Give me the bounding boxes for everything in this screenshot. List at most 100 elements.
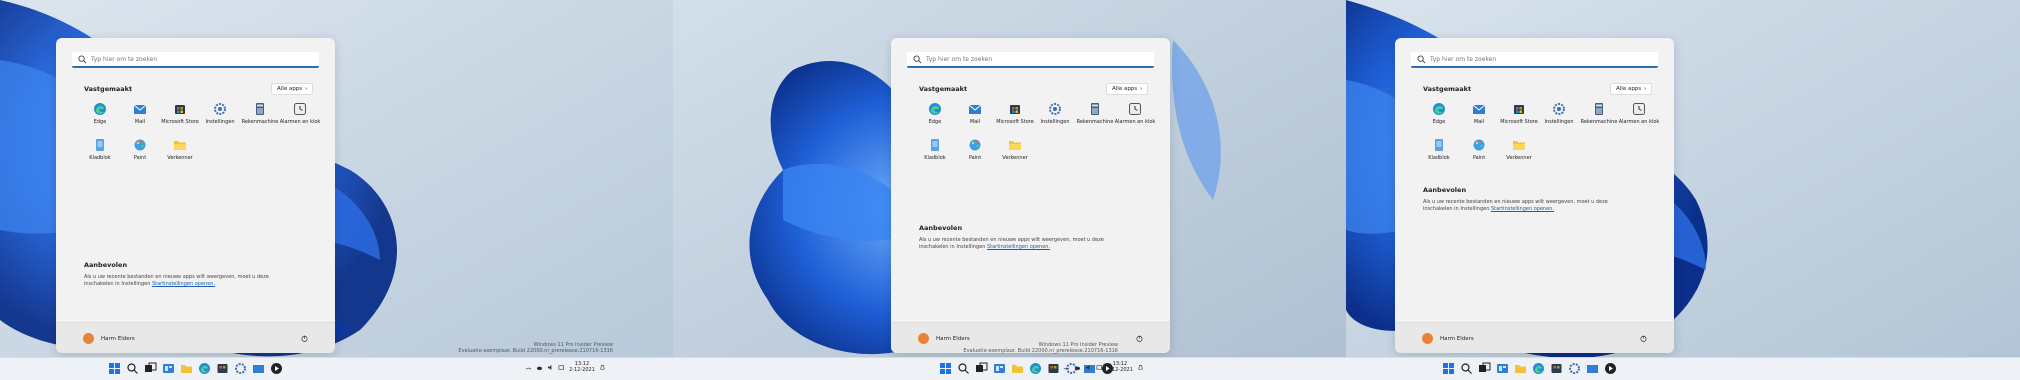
app-mail[interactable]: Mail bbox=[1459, 102, 1499, 132]
store-icon[interactable] bbox=[1047, 362, 1060, 375]
edge-icon[interactable] bbox=[1532, 362, 1545, 375]
paint-icon bbox=[1473, 139, 1485, 151]
widgets-icon[interactable] bbox=[162, 362, 175, 375]
volume-icon[interactable] bbox=[547, 364, 554, 371]
app-alarms[interactable]: Alarmen en klok bbox=[1115, 102, 1155, 132]
app-label: Verkenner bbox=[167, 155, 193, 161]
app-calculator[interactable]: Rekenmachine bbox=[240, 102, 280, 132]
widgets-icon[interactable] bbox=[1496, 362, 1509, 375]
search-box[interactable] bbox=[1411, 52, 1658, 68]
network-icon[interactable] bbox=[1063, 364, 1070, 371]
taskview-icon[interactable] bbox=[144, 362, 157, 375]
explorer-icon bbox=[174, 141, 186, 150]
store-icon[interactable] bbox=[216, 362, 229, 375]
edge-icon[interactable] bbox=[198, 362, 211, 375]
clock[interactable]: 13:12 2-12-2021 bbox=[569, 361, 595, 373]
user-name[interactable]: Harm Elders bbox=[1440, 336, 1474, 342]
all-apps-button[interactable]: Alle apps › bbox=[1106, 83, 1149, 95]
app-paint[interactable]: Paint bbox=[120, 138, 160, 168]
start-settings-link[interactable]: Startinstellingen openen. bbox=[1491, 206, 1554, 212]
recommended-title: Aanbevolen bbox=[919, 224, 963, 232]
user-name[interactable]: Harm Elders bbox=[101, 336, 135, 342]
windows-icon[interactable] bbox=[1442, 362, 1455, 375]
power-icon[interactable] bbox=[301, 335, 308, 342]
start-settings-link[interactable]: Startinstellingen openen. bbox=[987, 244, 1050, 250]
search-icon[interactable] bbox=[1460, 362, 1473, 375]
app-settings[interactable]: Instellingen bbox=[200, 102, 240, 132]
app-explorer[interactable]: Verkenner bbox=[995, 138, 1035, 168]
app-calculator[interactable]: Rekenmachine bbox=[1579, 102, 1619, 132]
search-box[interactable] bbox=[72, 52, 319, 68]
notification-icon[interactable] bbox=[1137, 364, 1144, 371]
all-apps-button[interactable]: Alle apps › bbox=[271, 83, 314, 95]
settings-icon[interactable] bbox=[1568, 362, 1581, 375]
recommended-link-prefix: Instellingen bbox=[1460, 206, 1490, 212]
search-input[interactable] bbox=[91, 55, 311, 63]
windows-icon[interactable] bbox=[108, 362, 121, 375]
search-input[interactable] bbox=[1430, 55, 1650, 63]
app-notepad[interactable]: Kladblok bbox=[915, 138, 955, 168]
search-icon[interactable] bbox=[957, 362, 970, 375]
avatar[interactable] bbox=[83, 333, 94, 344]
pinned-title: Vastgemaakt bbox=[84, 85, 133, 93]
avatar[interactable] bbox=[918, 333, 929, 344]
taskview-icon[interactable] bbox=[975, 362, 988, 375]
app-explorer[interactable]: Verkenner bbox=[1499, 138, 1539, 168]
cloud-icon[interactable] bbox=[536, 364, 543, 371]
app-alarms[interactable]: Alarmen en klok bbox=[1619, 102, 1659, 132]
volume-icon[interactable] bbox=[1085, 364, 1092, 371]
explorer-icon[interactable] bbox=[1011, 362, 1024, 375]
app-mail[interactable]: Mail bbox=[120, 102, 160, 132]
app-paint[interactable]: Paint bbox=[1459, 138, 1499, 168]
app-store[interactable]: Microsoft Store bbox=[995, 102, 1035, 132]
media-icon[interactable] bbox=[1604, 362, 1617, 375]
app-alarms[interactable]: Alarmen en klok bbox=[280, 102, 320, 132]
app-store[interactable]: Microsoft Store bbox=[1499, 102, 1539, 132]
app-explorer[interactable]: Verkenner bbox=[160, 138, 200, 168]
clock[interactable]: 13:12 2-12-2021 bbox=[1107, 361, 1133, 373]
store-icon[interactable] bbox=[1550, 362, 1563, 375]
app-notepad[interactable]: Kladblok bbox=[80, 138, 120, 168]
app-edge[interactable]: Edge bbox=[1419, 102, 1459, 132]
app-label: Instellingen bbox=[205, 119, 235, 125]
recommended-title: Aanbevolen bbox=[84, 261, 128, 269]
media-icon[interactable] bbox=[270, 362, 283, 375]
app-edge[interactable]: Edge bbox=[915, 102, 955, 132]
mail-icon[interactable] bbox=[252, 362, 265, 375]
taskbar-icons bbox=[108, 362, 283, 375]
app-notepad[interactable]: Kladblok bbox=[1419, 138, 1459, 168]
network-icon[interactable] bbox=[525, 364, 532, 371]
widgets-icon[interactable] bbox=[993, 362, 1006, 375]
app-calculator[interactable]: Rekenmachine bbox=[1075, 102, 1115, 132]
explorer-icon[interactable] bbox=[180, 362, 193, 375]
start-settings-link[interactable]: Startinstellingen openen. bbox=[152, 281, 215, 287]
app-paint[interactable]: Paint bbox=[955, 138, 995, 168]
app-label: Alarmen en klok bbox=[1618, 119, 1660, 125]
power-icon[interactable] bbox=[1640, 335, 1647, 342]
power-icon[interactable] bbox=[1136, 335, 1143, 342]
edge-icon bbox=[1433, 103, 1445, 115]
app-edge[interactable]: Edge bbox=[80, 102, 120, 132]
search-box[interactable] bbox=[907, 52, 1154, 68]
watermark: Windows 11 Pro Insider Preview Evaluatie… bbox=[458, 342, 613, 354]
app-settings[interactable]: Instellingen bbox=[1035, 102, 1075, 132]
app-mail[interactable]: Mail bbox=[955, 102, 995, 132]
all-apps-button[interactable]: Alle apps › bbox=[1610, 83, 1653, 95]
search-input[interactable] bbox=[926, 55, 1146, 63]
taskview-icon[interactable] bbox=[1478, 362, 1491, 375]
explorer-icon[interactable] bbox=[1514, 362, 1527, 375]
app-settings[interactable]: Instellingen bbox=[1539, 102, 1579, 132]
cloud-icon[interactable] bbox=[1074, 364, 1081, 371]
notification-icon[interactable] bbox=[599, 364, 606, 371]
calculator-icon bbox=[256, 103, 264, 115]
app-store[interactable]: Microsoft Store bbox=[160, 102, 200, 132]
battery-icon[interactable] bbox=[558, 364, 565, 371]
mail-icon[interactable] bbox=[1586, 362, 1599, 375]
avatar[interactable] bbox=[1422, 333, 1433, 344]
settings-icon[interactable] bbox=[234, 362, 247, 375]
recommended-link-prefix: Instellingen bbox=[121, 281, 151, 287]
edge-icon[interactable] bbox=[1029, 362, 1042, 375]
search-icon[interactable] bbox=[126, 362, 139, 375]
battery-icon[interactable] bbox=[1096, 364, 1103, 371]
windows-icon[interactable] bbox=[939, 362, 952, 375]
